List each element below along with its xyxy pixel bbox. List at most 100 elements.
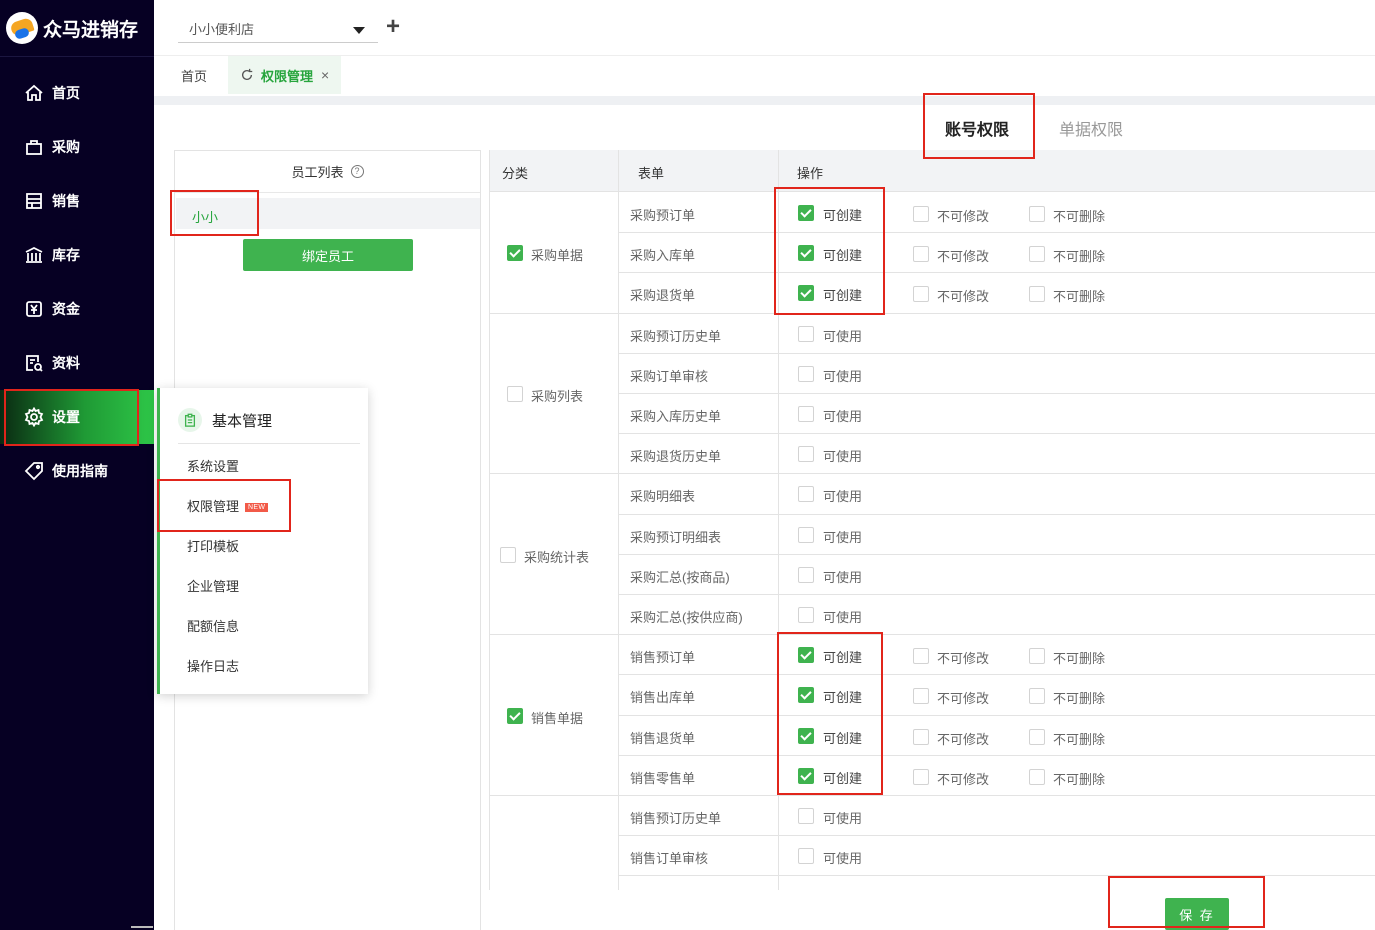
row-divider [619,594,1375,595]
menu-item-permission-management[interactable]: 权限管理 NEW [187,496,269,515]
no-edit-checkbox[interactable] [913,206,929,222]
no-delete-checkbox[interactable] [1029,768,1045,785]
tab-account-permission[interactable]: 账号权限 [945,116,1009,140]
menu-item-label: 权限管理 [187,499,240,514]
no-delete-checkbox[interactable] [1029,246,1045,263]
no-edit-checkbox[interactable] [913,648,929,665]
no-delete-label: 不可删除 [1053,249,1106,265]
use-label: 可使用 [823,328,863,344]
create-checkbox[interactable] [798,647,814,664]
use-checkbox[interactable] [798,446,814,463]
use-checkbox[interactable] [798,566,814,583]
sidebar-item-label: 设置 [52,409,80,425]
no-delete-checkbox[interactable] [1029,728,1045,745]
use-checkbox[interactable] [798,406,814,422]
no-edit-checkbox[interactable] [913,688,929,705]
create-checkbox[interactable] [798,285,814,302]
column-divider [618,150,619,890]
column-header-category: 分类 [502,166,529,181]
menu-item-operation-log[interactable]: 操作日志 [187,656,239,675]
sidebar-item-data[interactable]: 资料 [0,336,154,390]
use-checkbox[interactable] [798,365,814,382]
row-divider [619,553,1375,555]
use-checkbox[interactable] [798,325,814,342]
sidebar-item-guide[interactable]: 使用指南 [0,444,154,498]
sidebar-item-sales[interactable]: 销售 [0,174,154,228]
category-checkbox[interactable] [507,386,523,402]
sidebar-item-home[interactable]: 首页 [0,66,154,120]
add-store-button[interactable]: + [386,13,400,41]
app-logo: 众马进销存 [0,0,154,57]
no-delete-checkbox[interactable] [1029,648,1045,665]
use-checkbox[interactable] [798,607,814,623]
save-button[interactable]: 保 存 [1165,898,1229,930]
row-divider [619,674,1375,676]
permission-table: 分类 表单 操作 采购单据 采购预订单 可创建 不可修改 不可删除 采购入库单 可创建 不可修… [489,150,1375,890]
menu-item-system-settings[interactable]: 系统设置 [187,456,239,475]
tab-permission-management[interactable]: 权限管理 × [228,56,342,94]
no-delete-checkbox[interactable] [1029,206,1045,222]
no-edit-checkbox[interactable] [913,768,929,785]
settings-submenu: 基本管理 系统设置 权限管理 NEW 打印模板 企业管理 配额信息 操作日志 [157,388,368,694]
create-label: 可创建 [823,770,863,786]
create-checkbox[interactable] [798,245,814,262]
sidebar-item-label: 采购 [52,139,80,155]
use-label: 可使用 [823,811,863,826]
category-checkbox[interactable] [507,707,523,724]
sidebar: 众马进销存 首页 采购 销售 库存 资金 资料 设置 使用指南 [0,0,154,930]
employee-panel-title: 员工列表 [291,165,344,180]
create-checkbox[interactable] [798,767,814,784]
row-divider [619,513,1375,515]
menu-item-quota-info[interactable]: 配额信息 [187,616,239,635]
sidebar-item-purchase[interactable]: 采购 [0,120,154,174]
use-checkbox[interactable] [798,486,814,503]
use-label: 可使用 [823,610,863,625]
close-icon[interactable]: × [321,67,329,83]
sidebar-item-inventory[interactable]: 库存 [0,228,154,282]
form-name: 采购订单审核 [630,368,709,384]
content-divider [154,96,1375,105]
row-divider [619,393,1375,394]
menu-item-company-management[interactable]: 企业管理 [187,576,239,595]
menu-item-print-template[interactable]: 打印模板 [187,536,239,555]
top-bar: 小小便利店 + [154,0,1375,56]
store-select-value: 小小便利店 [189,22,255,37]
no-edit-checkbox[interactable] [913,286,929,303]
home-icon [25,84,43,101]
no-edit-label: 不可修改 [937,651,990,667]
create-checkbox[interactable] [798,727,814,744]
use-checkbox[interactable] [798,526,814,543]
create-checkbox[interactable] [798,687,814,704]
form-name: 销售预订单 [630,650,696,666]
create-checkbox[interactable] [798,205,814,221]
sidebar-item-funds[interactable]: 资金 [0,282,154,336]
bind-employee-button[interactable]: 绑定员工 [243,239,413,271]
form-name: 采购退货单 [630,288,696,304]
row-divider [619,754,1375,756]
use-checkbox[interactable] [798,808,814,824]
clipboard-icon [178,408,202,432]
refresh-icon[interactable] [240,68,254,82]
form-name: 采购预订历史单 [630,328,722,344]
caret-down-icon [353,27,365,34]
form-name: 采购预订明细表 [630,529,722,545]
gear-icon [24,407,44,427]
shopping-bag-icon [26,140,42,155]
category-checkbox[interactable] [507,245,523,262]
sidebar-item-label: 首页 [52,85,80,101]
tab-document-permission[interactable]: 单据权限 [1059,116,1123,140]
no-delete-checkbox[interactable] [1029,688,1045,705]
employee-item[interactable]: 小小 [176,198,480,229]
help-icon[interactable]: ? [350,165,364,178]
no-delete-checkbox[interactable] [1029,286,1045,303]
no-edit-label: 不可修改 [937,691,990,707]
no-edit-checkbox[interactable] [913,728,929,745]
row-divider [619,835,1375,837]
no-edit-checkbox[interactable] [913,246,929,263]
tab-home[interactable]: 首页 [181,56,207,94]
use-checkbox[interactable] [798,848,814,865]
category-checkbox[interactable] [500,546,516,563]
column-divider [778,150,779,890]
sidebar-item-settings[interactable]: 设置 [0,390,154,444]
store-select[interactable]: 小小便利店 [178,14,378,43]
